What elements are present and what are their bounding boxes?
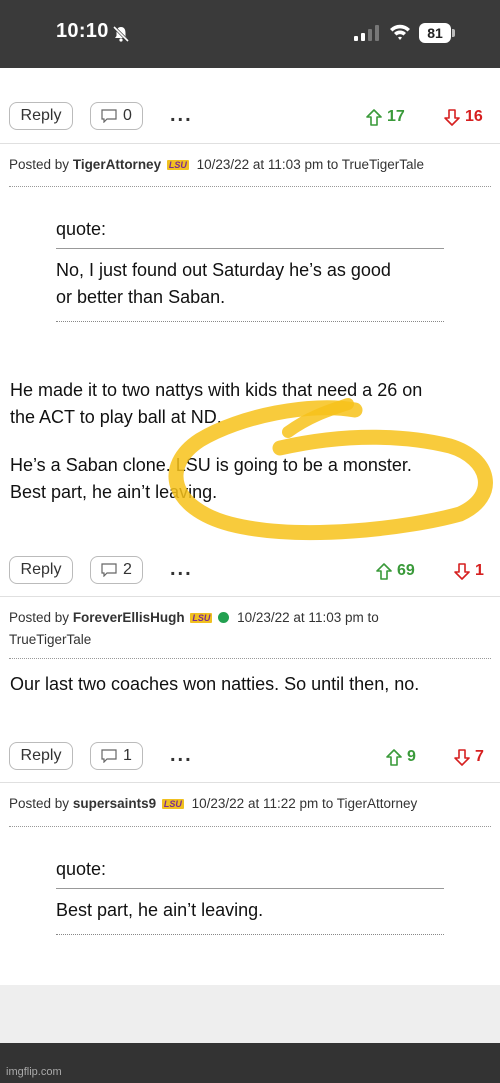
posted-by-label: Posted by bbox=[9, 796, 70, 811]
post-header: Posted by ForeverEllisHugh LSU 10/23/22 … bbox=[9, 607, 429, 651]
comments-button[interactable]: 2 bbox=[90, 556, 143, 584]
post-timestamp: 10/23/22 at 11:22 pm to bbox=[191, 796, 334, 811]
reply-to-user[interactable]: TrueTigerTale bbox=[342, 157, 424, 172]
reply-button[interactable]: Reply bbox=[9, 102, 73, 130]
divider bbox=[0, 596, 500, 597]
quote-divider bbox=[56, 248, 444, 249]
quote-block: quote: Best part, he ain’t leaving. bbox=[56, 859, 444, 935]
status-time: 10:10 bbox=[56, 20, 109, 42]
downvote-button[interactable]: 1 bbox=[454, 562, 484, 580]
more-options-button[interactable]: ... bbox=[170, 558, 193, 581]
upvote-button[interactable]: 17 bbox=[366, 108, 405, 126]
comments-button[interactable]: 0 bbox=[90, 102, 143, 130]
reply-button[interactable]: Reply bbox=[9, 556, 73, 584]
thread-content bbox=[0, 68, 500, 985]
lsu-badge-icon: LSU bbox=[190, 613, 213, 623]
comment-count: 1 bbox=[123, 747, 132, 764]
upvote-count: 9 bbox=[407, 748, 416, 765]
divider bbox=[9, 826, 491, 827]
upvote-button[interactable]: 9 bbox=[386, 748, 416, 766]
body-line: Best part, he ain’t leaving. bbox=[10, 482, 218, 502]
post-actions: Reply 0 ... 17 16 bbox=[0, 102, 500, 142]
divider bbox=[9, 658, 491, 659]
post-body: Our last two coaches won natties. So unt… bbox=[10, 671, 490, 698]
bottom-bar bbox=[0, 1043, 500, 1083]
downvote-count: 1 bbox=[475, 562, 484, 579]
cellular-signal-icon bbox=[354, 25, 379, 41]
post-author[interactable]: supersaints9 bbox=[73, 796, 156, 811]
lsu-badge-icon: LSU bbox=[166, 160, 189, 170]
post-timestamp: 10/23/22 at 11:03 pm to bbox=[196, 157, 339, 172]
reply-button[interactable]: Reply bbox=[9, 742, 73, 770]
arrow-up-icon bbox=[366, 108, 382, 126]
battery-icon: 81 bbox=[419, 23, 455, 43]
quote-label: quote: bbox=[56, 219, 107, 239]
watermark: imgflip.com bbox=[6, 1066, 62, 1078]
divider bbox=[9, 186, 491, 187]
body-line: the ACT to play ball at ND. bbox=[10, 407, 222, 427]
wifi-icon bbox=[390, 24, 410, 40]
post-header: Posted by supersaints9 LSU 10/23/22 at 1… bbox=[9, 793, 417, 815]
upvote-count: 17 bbox=[387, 108, 405, 125]
quote-end-divider bbox=[56, 321, 444, 322]
quote-text: No, I just found out Saturday he’s as go… bbox=[56, 257, 444, 311]
body-line: He made it to two nattys with kids that … bbox=[10, 380, 423, 400]
post-author[interactable]: ForeverEllisHugh bbox=[73, 610, 185, 625]
lsu-badge-icon: LSU bbox=[161, 799, 184, 809]
comment-count: 0 bbox=[123, 107, 132, 124]
arrow-down-icon bbox=[454, 748, 470, 766]
quote-line: No, I just found out Saturday he’s as go… bbox=[56, 260, 391, 280]
downvote-button[interactable]: 7 bbox=[454, 748, 484, 766]
silent-bell-icon bbox=[112, 25, 130, 43]
arrow-up-icon bbox=[376, 562, 392, 580]
quote-text: Best part, he ain’t leaving. bbox=[56, 897, 444, 924]
downvote-button[interactable]: 16 bbox=[444, 108, 483, 126]
post-timestamp: 10/23/22 at 11:03 pm to bbox=[237, 610, 379, 625]
post-header: Posted by TigerAttorney LSU 10/23/22 at … bbox=[9, 154, 424, 176]
upvote-count: 69 bbox=[397, 562, 415, 579]
arrow-up-icon bbox=[386, 748, 402, 766]
online-status-icon bbox=[218, 612, 230, 623]
quote-line: Best part, he ain’t leaving. bbox=[56, 900, 264, 920]
more-options-button[interactable]: ... bbox=[170, 104, 193, 127]
quote-label: quote: bbox=[56, 859, 107, 879]
page-footer-area bbox=[0, 985, 500, 1043]
divider bbox=[0, 782, 500, 783]
posted-by-label: Posted by bbox=[9, 610, 70, 625]
reply-to-user[interactable]: TigerAttorney bbox=[337, 796, 418, 811]
arrow-down-icon bbox=[444, 108, 460, 126]
comment-bubble-icon bbox=[101, 563, 117, 577]
comment-bubble-icon bbox=[101, 749, 117, 763]
comments-button[interactable]: 1 bbox=[90, 742, 143, 770]
body-line: He’s a Saban clone. LSU is going to be a… bbox=[10, 455, 412, 475]
post-actions: Reply 2 ... 69 1 bbox=[0, 556, 500, 596]
quote-line: or better than Saban. bbox=[56, 287, 226, 307]
divider bbox=[0, 143, 500, 144]
more-options-button[interactable]: ... bbox=[170, 744, 193, 767]
post-actions: Reply 1 ... 9 7 bbox=[0, 742, 500, 782]
comment-count: 2 bbox=[123, 561, 132, 578]
comment-bubble-icon bbox=[101, 109, 117, 123]
posted-by-label: Posted by bbox=[9, 157, 70, 172]
upvote-button[interactable]: 69 bbox=[376, 562, 415, 580]
quote-end-divider bbox=[56, 934, 444, 935]
post-author[interactable]: TigerAttorney bbox=[73, 157, 161, 172]
body-line: Our last two coaches won natties. So unt… bbox=[10, 674, 420, 694]
battery-level: 81 bbox=[419, 23, 451, 43]
downvote-count: 7 bbox=[475, 748, 484, 765]
quote-divider bbox=[56, 888, 444, 889]
downvote-count: 16 bbox=[465, 108, 483, 125]
status-bar: 10:10 81 bbox=[0, 0, 500, 68]
quote-block: quote: No, I just found out Saturday he’… bbox=[56, 219, 444, 322]
arrow-down-icon bbox=[454, 562, 470, 580]
reply-to-user[interactable]: TrueTigerTale bbox=[9, 632, 91, 647]
post-body: He made it to two nattys with kids that … bbox=[10, 377, 490, 506]
